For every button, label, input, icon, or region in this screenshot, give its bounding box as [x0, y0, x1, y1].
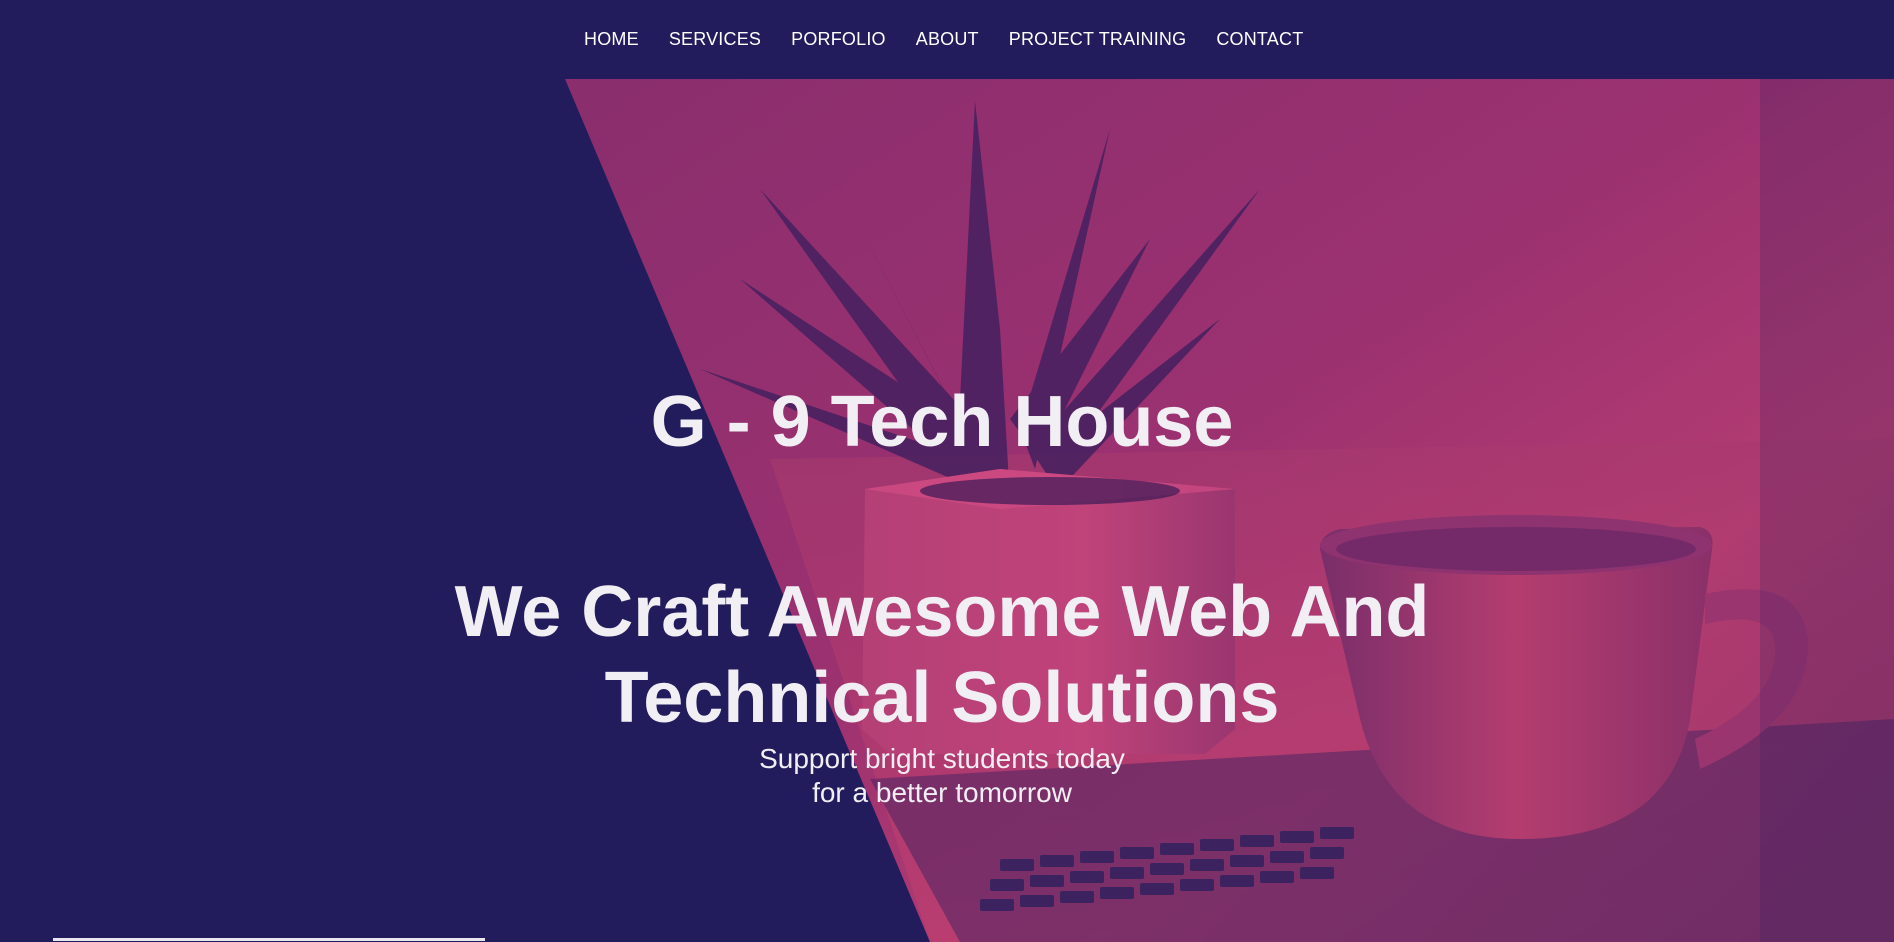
nav-menu: HOME SERVICES PORFOLIO ABOUT PROJECT TRA… — [584, 29, 1333, 50]
nav-item-project-training[interactable]: PROJECT TRAINING — [1009, 29, 1187, 50]
hero-headline: We Craft Awesome Web And Technical Solut… — [0, 569, 1884, 741]
hero-section: G - 9 Tech House We Craft Awesome Web An… — [0, 79, 1894, 942]
nav-item-contact[interactable]: CONTACT — [1216, 29, 1303, 50]
hero-subtitle-line1: Support bright students today — [759, 743, 1125, 774]
hero-subtitle: Support bright students today for a bett… — [0, 742, 1884, 810]
page: HOME SERVICES PORFOLIO ABOUT PROJECT TRA… — [0, 0, 1894, 942]
hero-title: G - 9 Tech House — [650, 382, 1234, 462]
hero-subtitle-line2: for a better tomorrow — [812, 777, 1072, 808]
hero-headline-line2: Technical Solutions — [604, 658, 1280, 738]
nav-item-home[interactable]: HOME — [584, 29, 639, 50]
nav-item-services[interactable]: SERVICES — [669, 29, 761, 50]
nav-item-portfolio[interactable]: PORFOLIO — [791, 29, 886, 50]
nav-item-about[interactable]: ABOUT — [916, 29, 979, 50]
hero-background-image — [565, 79, 1894, 942]
top-navbar: HOME SERVICES PORFOLIO ABOUT PROJECT TRA… — [0, 0, 1894, 79]
bottom-divider — [53, 938, 485, 941]
hero-headline-line1: We Craft Awesome Web And — [454, 572, 1430, 652]
